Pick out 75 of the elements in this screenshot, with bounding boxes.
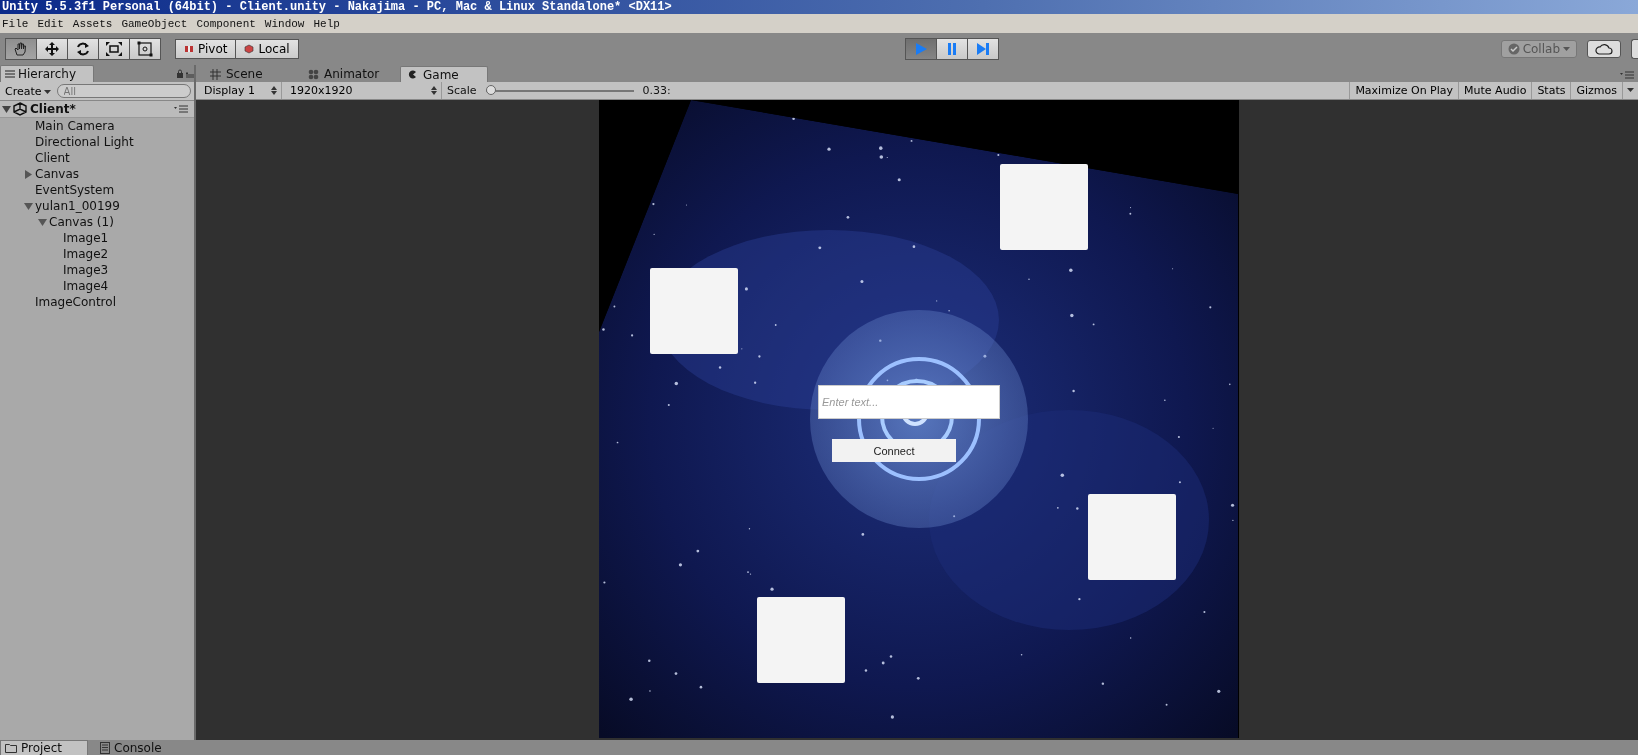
menu-item[interactable]: Window [264,17,310,30]
expand-arrow-icon[interactable] [24,169,33,179]
collapse-arrow-icon[interactable] [2,104,11,114]
rect-tool-icon [136,41,154,57]
resolution-dropdown[interactable]: 1920x1920 [282,82,442,99]
pause-button[interactable] [936,38,968,60]
hierarchy-item[interactable]: Image4 [63,279,109,293]
play-icon [913,42,929,56]
toggle-button[interactable]: Gizmos [1570,82,1622,99]
hierarchy-item[interactable]: EventSystem [35,183,115,197]
caret-icon [43,89,51,95]
toggle-button[interactable]: Maximize On Play [1349,82,1459,99]
cloud-button[interactable] [1587,40,1621,58]
document-icon [100,741,110,754]
hand-tool-button[interactable] [5,38,37,60]
pivot-icon [184,44,194,54]
toggle-button[interactable]: Mute Audio [1458,82,1532,99]
console-tab[interactable]: Console [96,740,184,755]
rect-tool-button[interactable] [129,38,161,60]
scale-tool-button[interactable] [98,38,130,60]
pivot-button[interactable]: Pivot [175,39,237,59]
menu-icon[interactable] [174,105,188,113]
toggle-button[interactable]: Stats [1531,82,1571,99]
scale-label: Scale [446,84,478,97]
menu-item[interactable]: Component [196,17,261,30]
hierarchy-item[interactable]: yulan1_00199 [35,199,120,213]
pacman-icon [407,69,418,80]
move-arrows-icon [43,41,61,57]
lock-icon[interactable] [176,69,194,79]
dots-icon [308,68,319,80]
check-icon [1507,43,1520,55]
menu-item[interactable]: File [2,17,34,30]
cube-icon [244,44,255,54]
rotate-icon [74,41,92,57]
local-button[interactable]: Local [235,39,299,59]
updown-icon [431,86,437,95]
hierarchy-item[interactable]: Image2 [63,247,109,261]
move-tool-button[interactable] [36,38,68,60]
list-icon [5,70,15,78]
text-input-field[interactable]: Enter text... [818,385,1000,419]
search-field[interactable]: All [56,84,191,98]
rotate-tool-button[interactable] [67,38,99,60]
menu-item[interactable]: GameObject [121,17,193,30]
animator-tab[interactable]: Animator [302,66,390,82]
cloud-icon [1594,43,1614,55]
updown-icon [271,86,277,95]
hierarchy-item[interactable]: Client* [30,102,76,116]
step-icon [975,42,991,56]
step-button[interactable] [967,38,999,60]
hierarchy-item[interactable]: Canvas (1) [49,215,114,229]
window-title: Unity 5.5.3f1 Personal (64bit) - Client.unity - Nakajima - PC, Mac & Linux Standalone* <DX11> [0,0,1638,14]
hierarchy-item[interactable]: Canvas [35,167,80,181]
scale-icon [105,41,123,57]
hierarchy-item[interactable]: Main Camera [35,119,115,133]
hierarchy-item[interactable]: Directional Light [35,135,134,149]
caret-icon [1563,46,1570,52]
hierarchy-item[interactable]: Image3 [63,263,109,277]
hierarchy-item[interactable]: Client [35,151,70,165]
collapse-arrow-icon[interactable] [24,201,33,211]
connect-button[interactable]: Connect [832,439,956,462]
hierarchy-tab[interactable]: Hierarchy [0,65,94,82]
game-tab[interactable]: Game [400,66,488,82]
hierarchy-item[interactable]: Image1 [63,231,109,245]
hierarchy-item[interactable]: ImageControl [35,295,116,309]
grid-icon [210,68,221,80]
folder-icon [5,743,17,753]
menu-item[interactable]: Assets [72,17,118,30]
project-tab[interactable]: Project [0,740,88,755]
collapse-arrow-icon[interactable] [38,217,47,227]
create-dropdown[interactable]: Create [3,84,53,98]
scale-value: 0.33: [641,84,672,97]
display-dropdown[interactable]: Display 1 [196,82,282,99]
menu-item[interactable]: Edit [37,17,69,30]
menu-item[interactable]: Help [313,17,345,30]
scene-tab[interactable]: Scene [204,66,292,82]
